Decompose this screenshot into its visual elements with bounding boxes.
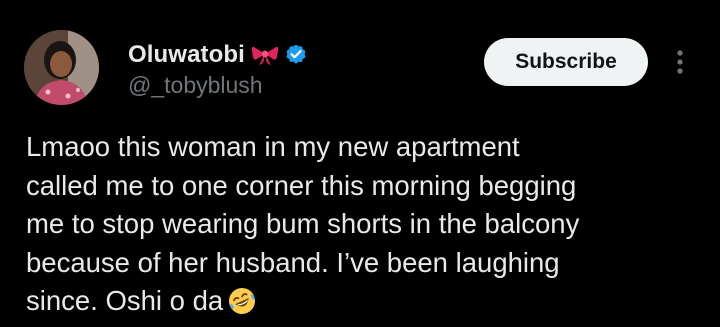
tweet-text-line: me to stop wearing bum shorts in the bal… bbox=[26, 208, 580, 239]
tweet-text-line: because of her husband. I’ve been laughi… bbox=[26, 246, 560, 278]
tweet-text-line: Lmaoo this woman in my new apartment bbox=[26, 131, 520, 162]
avatar-image bbox=[24, 30, 99, 105]
verified-badge-icon[interactable] bbox=[284, 43, 308, 67]
post-card: Oluwatobi @_tobyblush Subscribe Lmaoo th… bbox=[0, 0, 720, 327]
tweet-text-line: called me to one corner this morning beg… bbox=[26, 169, 577, 201]
rolling-on-floor-laughing-icon bbox=[227, 286, 257, 316]
ribbon-bow-icon bbox=[251, 44, 279, 66]
author-name-row[interactable]: Oluwatobi bbox=[128, 40, 308, 70]
author-handle[interactable]: @_tobyblush bbox=[128, 72, 263, 99]
tweet-text: Lmaoo this woman in my new apartment cal… bbox=[26, 128, 706, 321]
avatar[interactable] bbox=[24, 30, 99, 105]
more-vertical-icon[interactable] bbox=[670, 46, 690, 78]
subscribe-button[interactable]: Subscribe bbox=[484, 38, 648, 86]
tweet-text-line: since. Oshi o da bbox=[26, 285, 224, 316]
author-display-name[interactable]: Oluwatobi bbox=[128, 41, 245, 69]
tweet-text-line-last: since. Oshi o da bbox=[26, 282, 706, 321]
